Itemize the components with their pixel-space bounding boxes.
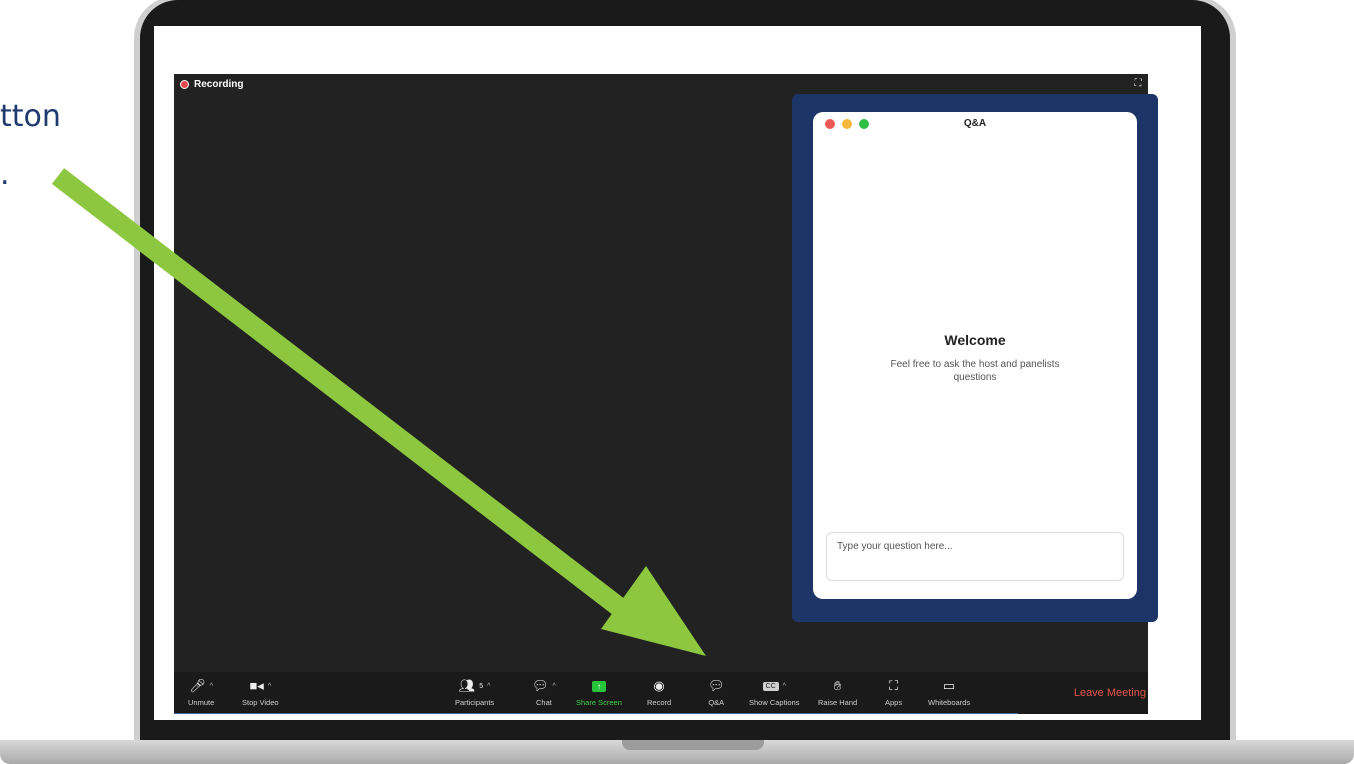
closed-captions-icon: CC (762, 681, 779, 691)
qa-button[interactable]: 💬︎ Q&A (708, 674, 725, 707)
qa-panel: Q&A Welcome Feel free to ask the host an… (792, 94, 1158, 622)
recording-indicator[interactable]: Recording (180, 79, 243, 90)
raise-hand-icon: ✋︎ (833, 678, 842, 693)
video-camera-icon: ■◂ (249, 678, 264, 693)
apps-icon: ⛶ (889, 678, 899, 693)
qa-welcome-heading: Welcome (944, 332, 1006, 348)
caption-line-2: . (0, 157, 10, 192)
show-captions-label: Show Captions (749, 698, 800, 707)
whiteboards-label: Whiteboards (928, 698, 971, 707)
chat-bubble-icon: 💬︎ (532, 678, 549, 693)
show-captions-button[interactable]: CC ^ Show Captions (749, 674, 799, 707)
apps-button[interactable]: ⛶ Apps (885, 674, 902, 707)
share-screen-button[interactable]: ↑ Share Screen (576, 674, 622, 707)
unmute-button[interactable]: 🎤︎ ^ Unmute (188, 674, 214, 707)
stop-video-button[interactable]: ■◂ ^ Stop Video (242, 674, 279, 707)
toolbar-divider (174, 713, 1018, 714)
laptop-screen: Recording ⛶ Q&A Welcome Feel free to ask… (154, 26, 1201, 720)
whiteboards-button[interactable]: ▭ Whiteboards (928, 674, 970, 707)
chat-button[interactable]: 💬︎ ^ Chat (532, 674, 556, 707)
record-label: Record (647, 698, 672, 707)
participants-icon: 👥︎ (458, 678, 476, 693)
chevron-up-icon[interactable]: ^ (268, 683, 271, 690)
record-icon: ◉ (653, 678, 665, 693)
recording-label: Recording (194, 79, 244, 90)
caption-line-1: tton (0, 99, 61, 134)
qa-welcome-text: Feel free to ask the host and panelists … (890, 359, 1060, 383)
qa-label: Q&A (708, 698, 725, 707)
qa-window: Q&A Welcome Feel free to ask the host an… (813, 112, 1137, 599)
unmute-label: Unmute (188, 698, 215, 707)
qa-window-title: Q&A (963, 118, 987, 129)
chevron-up-icon[interactable]: ^ (487, 683, 490, 690)
qa-bubbles-icon: 💬︎ (708, 678, 725, 693)
chevron-up-icon[interactable]: ^ (210, 683, 213, 690)
raise-hand-label: Raise Hand (818, 698, 858, 707)
chevron-up-icon[interactable]: ^ (783, 683, 786, 690)
leave-meeting-button[interactable]: Leave Meeting (1074, 687, 1146, 699)
muted-microphone-icon: 🎤︎ (189, 678, 206, 693)
record-button[interactable]: ◉ Record (647, 674, 671, 707)
record-dot-icon (180, 80, 189, 89)
participants-count: 5 (479, 682, 484, 690)
apps-label: Apps (885, 698, 903, 707)
chevron-up-icon[interactable]: ^ (553, 683, 556, 690)
chat-label: Chat (535, 698, 552, 707)
whiteboard-icon: ▭ (942, 678, 956, 693)
raise-hand-button[interactable]: ✋︎ Raise Hand (818, 674, 857, 707)
participants-button[interactable]: 👥︎ 5 ^ Participants (455, 674, 494, 707)
meeting-toolbar: 🎤︎ ^ Unmute ■◂ ^ Stop Video 👥︎ 5 ^ Participa… (174, 672, 1148, 714)
laptop-notch (622, 740, 764, 750)
question-input[interactable]: Type your question here... (826, 532, 1124, 581)
exit-fullscreen-icon[interactable]: ⛶ (1132, 78, 1144, 90)
participants-label: Participants (455, 698, 495, 707)
share-screen-icon: ↑ (591, 680, 606, 692)
zoom-meeting-window: Recording ⛶ Q&A Welcome Feel free to ask… (174, 74, 1158, 714)
stop-video-label: Stop Video (242, 698, 279, 707)
share-screen-label: Share Screen (576, 698, 622, 707)
